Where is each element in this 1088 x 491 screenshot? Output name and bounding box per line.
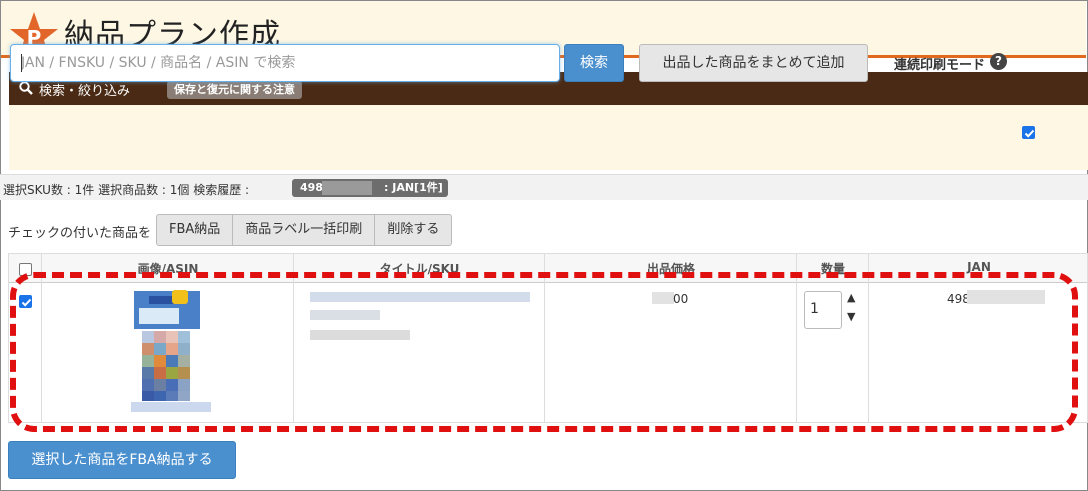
search-button[interactable]: 検索 <box>564 44 624 82</box>
bulk-action-group: FBA納品 商品ラベル一括印刷 削除する <box>156 214 453 246</box>
history-code: 498 <box>300 181 323 194</box>
row-checkbox[interactable] <box>19 295 32 308</box>
column-header-title: タイトル/SKU <box>379 262 460 276</box>
continuous-print-label: 連続印刷モード <box>894 58 986 73</box>
search-panel-title: 検索・絞り込み <box>39 84 131 99</box>
column-header-quantity: 数量 <box>820 262 845 276</box>
search-history-badge[interactable]: 498 : JAN[1件] <box>292 179 448 197</box>
help-icon[interactable]: ? <box>990 53 1007 70</box>
column-header-price: 出品価格 <box>646 262 695 276</box>
save-restore-note-badge[interactable]: 保存と復元に関する注意 <box>167 81 302 99</box>
price-redacted <box>652 292 674 304</box>
history-jan: : JAN[1件] <box>384 181 443 194</box>
column-header-jan: JAN <box>967 260 991 274</box>
search-icon <box>19 81 33 95</box>
quantity-up-icon[interactable]: ▲ <box>847 291 855 304</box>
redacted-block <box>322 181 372 195</box>
fba-ship-button[interactable]: FBA納品 <box>156 214 234 246</box>
product-table: 画像/ASIN タイトル/SKU 出品価格 数量 JAN 00 1 ▲ ▼ 49… <box>8 253 1088 423</box>
select-all-checkbox[interactable] <box>19 263 32 276</box>
quantity-down-icon[interactable]: ▼ <box>847 310 855 323</box>
price-value: 00 <box>673 292 689 306</box>
bulk-add-listed-button[interactable]: 出品した商品をまとめて追加 <box>639 44 868 82</box>
label-print-button[interactable]: 商品ラベル一括印刷 <box>233 214 376 246</box>
quantity-input[interactable]: 1 <box>804 291 842 329</box>
continuous-print-checkbox[interactable] <box>1022 126 1035 139</box>
submit-fba-button[interactable]: 選択した商品をFBA納品する <box>8 441 236 479</box>
jan-redacted <box>967 290 1045 304</box>
search-panel: 検索・絞り込み 保存と復元に関する注意 <box>9 72 1088 170</box>
status-bar: 選択SKU数 : 1件 選択商品数 : 1個 検索履歴 : 498 : JAN[… <box>0 174 1088 200</box>
delete-button[interactable]: 削除する <box>375 214 453 246</box>
text-caret <box>21 54 22 72</box>
selection-summary: 選択SKU数 : 1件 選択商品数 : 1個 検索履歴 : <box>3 183 250 197</box>
checked-items-label: チェックの付いた商品を <box>8 226 152 241</box>
column-header-image: 画像/ASIN <box>137 262 199 276</box>
search-input[interactable] <box>10 44 560 82</box>
